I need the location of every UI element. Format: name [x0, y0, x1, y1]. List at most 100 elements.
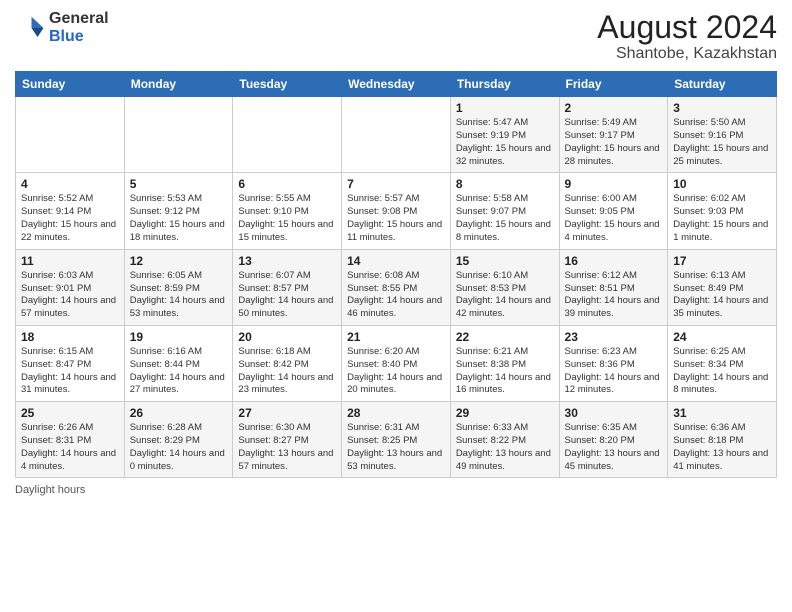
day-number: 9 — [565, 177, 663, 191]
day-info: Sunrise: 6:33 AMSunset: 8:22 PMDaylight:… — [456, 422, 554, 473]
day-info: Sunrise: 5:49 AMSunset: 9:17 PMDaylight:… — [565, 117, 663, 168]
table-row: 28 Sunrise: 6:31 AMSunset: 8:25 PMDayligh… — [342, 402, 451, 478]
day-info: Sunrise: 6:23 AMSunset: 8:36 PMDaylight:… — [565, 346, 663, 397]
table-row: 8 Sunrise: 5:58 AMSunset: 9:07 PMDaylight… — [450, 173, 559, 249]
calendar-week-3: 11 Sunrise: 6:03 AMSunset: 9:01 PMDayligh… — [16, 249, 777, 325]
calendar-week-1: 1 Sunrise: 5:47 AMSunset: 9:19 PMDaylight… — [16, 97, 777, 173]
table-row: 10 Sunrise: 6:02 AMSunset: 9:03 PMDayligh… — [668, 173, 777, 249]
day-number: 7 — [347, 177, 445, 191]
table-row: 7 Sunrise: 5:57 AMSunset: 9:08 PMDaylight… — [342, 173, 451, 249]
table-row — [233, 97, 342, 173]
day-info: Sunrise: 6:16 AMSunset: 8:44 PMDaylight:… — [130, 346, 228, 397]
table-row: 12 Sunrise: 6:05 AMSunset: 8:59 PMDayligh… — [124, 249, 233, 325]
day-number: 18 — [21, 330, 119, 344]
calendar-week-5: 25Sunrise: 6:26 AMSunset: 8:31 PMDayligh… — [16, 402, 777, 478]
day-number: 14 — [347, 254, 445, 268]
day-info: Sunrise: 5:53 AMSunset: 9:12 PMDaylight:… — [130, 193, 228, 244]
day-number: 8 — [456, 177, 554, 191]
day-info: Sunrise: 6:25 AMSunset: 8:34 PMDaylight:… — [673, 346, 771, 397]
day-number: 22 — [456, 330, 554, 344]
table-row: 11 Sunrise: 6:03 AMSunset: 9:01 PMDayligh… — [16, 249, 125, 325]
day-number: 31 — [673, 406, 771, 420]
table-row: 16 Sunrise: 6:12 AMSunset: 8:51 PMDayligh… — [559, 249, 668, 325]
day-number: 11 — [21, 254, 119, 268]
day-info: Sunrise: 5:58 AMSunset: 9:07 PMDaylight:… — [456, 193, 554, 244]
day-number: 20 — [238, 330, 336, 344]
day-info: Sunrise: 6:02 AMSunset: 9:03 PMDaylight:… — [673, 193, 771, 244]
day-number: 27 — [238, 406, 336, 420]
table-row: 27 Sunrise: 6:30 AMSunset: 8:27 PMDayligh… — [233, 402, 342, 478]
day-number: 30 — [565, 406, 663, 420]
logo-icon — [15, 13, 45, 43]
table-row: 4Sunrise: 5:52 AMSunset: 9:14 PMDaylight… — [16, 173, 125, 249]
table-row: 5 Sunrise: 5:53 AMSunset: 9:12 PMDaylight… — [124, 173, 233, 249]
day-number: 28 — [347, 406, 445, 420]
table-row: 31 Sunrise: 6:36 AMSunset: 8:18 PMDayligh… — [668, 402, 777, 478]
day-info: Sunrise: 6:35 AMSunset: 8:20 PMDaylight:… — [565, 422, 663, 473]
day-info: Sunrise: 6:12 AMSunset: 8:51 PMDaylight:… — [565, 270, 663, 321]
day-info: Sunrise: 6:10 AMSunset: 8:53 PMDaylight:… — [456, 270, 554, 321]
day-info: Sunrise: 5:47 AMSunset: 9:19 PMDaylight:… — [456, 117, 554, 168]
day-number: 3 — [673, 101, 771, 115]
table-row: 17 Sunrise: 6:13 AMSunset: 8:49 PMDayligh… — [668, 249, 777, 325]
day-number: 24 — [673, 330, 771, 344]
day-number: 15 — [456, 254, 554, 268]
main-title: August 2024 — [597, 10, 777, 45]
table-row: 18 Sunrise: 6:15 AMSunset: 8:47 PMDayligh… — [16, 325, 125, 401]
table-row: 2 Sunrise: 5:49 AMSunset: 9:17 PMDaylight… — [559, 97, 668, 173]
day-info: Sunrise: 6:21 AMSunset: 8:38 PMDaylight:… — [456, 346, 554, 397]
table-row: 22 Sunrise: 6:21 AMSunset: 8:38 PMDayligh… — [450, 325, 559, 401]
day-number: 2 — [565, 101, 663, 115]
table-row: 23 Sunrise: 6:23 AMSunset: 8:36 PMDayligh… — [559, 325, 668, 401]
day-info: Sunrise: 6:30 AMSunset: 8:27 PMDaylight:… — [238, 422, 336, 473]
day-number: 1 — [456, 101, 554, 115]
day-number: 16 — [565, 254, 663, 268]
title-block: August 2024 Shantobe, Kazakhstan — [597, 10, 777, 63]
day-number: 5 — [130, 177, 228, 191]
day-info: Sunrise: 6:05 AMSunset: 8:59 PMDaylight:… — [130, 270, 228, 321]
table-row: 6 Sunrise: 5:55 AMSunset: 9:10 PMDaylight… — [233, 173, 342, 249]
table-row — [124, 97, 233, 173]
day-info: Sunrise: 6:00 AMSunset: 9:05 PMDaylight:… — [565, 193, 663, 244]
day-number: 13 — [238, 254, 336, 268]
table-row: 3 Sunrise: 5:50 AMSunset: 9:16 PMDaylight… — [668, 97, 777, 173]
day-info: Sunrise: 5:55 AMSunset: 9:10 PMDaylight:… — [238, 193, 336, 244]
day-info: Sunrise: 6:28 AMSunset: 8:29 PMDaylight:… — [130, 422, 228, 473]
table-row: 13Sunrise: 6:07 AMSunset: 8:57 PMDayligh… — [233, 249, 342, 325]
page: General Blue August 2024 Shantobe, Kazak… — [0, 0, 792, 612]
table-row: 25Sunrise: 6:26 AMSunset: 8:31 PMDayligh… — [16, 402, 125, 478]
table-row: 26 Sunrise: 6:28 AMSunset: 8:29 PMDayligh… — [124, 402, 233, 478]
col-tuesday: Tuesday — [233, 72, 342, 97]
calendar-week-2: 4Sunrise: 5:52 AMSunset: 9:14 PMDaylight… — [16, 173, 777, 249]
table-row: 29 Sunrise: 6:33 AMSunset: 8:22 PMDayligh… — [450, 402, 559, 478]
day-number: 29 — [456, 406, 554, 420]
day-number: 19 — [130, 330, 228, 344]
day-info: Sunrise: 6:15 AMSunset: 8:47 PMDaylight:… — [21, 346, 119, 397]
calendar-week-4: 18 Sunrise: 6:15 AMSunset: 8:47 PMDayligh… — [16, 325, 777, 401]
day-info: Sunrise: 5:57 AMSunset: 9:08 PMDaylight:… — [347, 193, 445, 244]
footer-note: Daylight hours — [15, 484, 777, 496]
day-info: Sunrise: 6:31 AMSunset: 8:25 PMDaylight:… — [347, 422, 445, 473]
header: General Blue August 2024 Shantobe, Kazak… — [15, 10, 777, 63]
table-row — [342, 97, 451, 173]
day-info: Sunrise: 6:03 AMSunset: 9:01 PMDaylight:… — [21, 270, 119, 321]
day-number: 6 — [238, 177, 336, 191]
table-row: 30 Sunrise: 6:35 AMSunset: 8:20 PMDayligh… — [559, 402, 668, 478]
logo: General Blue — [15, 10, 109, 45]
day-number: 4 — [21, 177, 119, 191]
col-thursday: Thursday — [450, 72, 559, 97]
day-number: 26 — [130, 406, 228, 420]
calendar-header-row: Sunday Monday Tuesday Wednesday Thursday… — [16, 72, 777, 97]
day-number: 17 — [673, 254, 771, 268]
logo-general: General — [49, 10, 109, 28]
table-row: 19 Sunrise: 6:16 AMSunset: 8:44 PMDayligh… — [124, 325, 233, 401]
logo-text: General Blue — [49, 10, 109, 45]
day-number: 23 — [565, 330, 663, 344]
day-info: Sunrise: 6:36 AMSunset: 8:18 PMDaylight:… — [673, 422, 771, 473]
day-number: 10 — [673, 177, 771, 191]
day-number: 12 — [130, 254, 228, 268]
day-info: Sunrise: 6:13 AMSunset: 8:49 PMDaylight:… — [673, 270, 771, 321]
day-info: Sunrise: 5:50 AMSunset: 9:16 PMDaylight:… — [673, 117, 771, 168]
subtitle: Shantobe, Kazakhstan — [597, 45, 777, 63]
table-row: 24 Sunrise: 6:25 AMSunset: 8:34 PMDayligh… — [668, 325, 777, 401]
